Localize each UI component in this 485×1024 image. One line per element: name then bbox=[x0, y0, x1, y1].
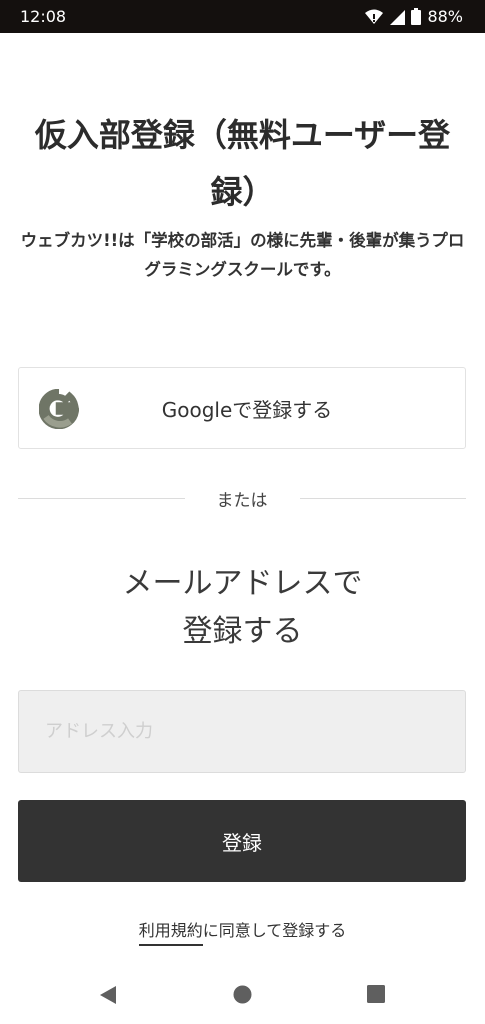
status-time: 12:08 bbox=[20, 7, 67, 26]
wifi-icon bbox=[365, 9, 384, 24]
email-address-input[interactable] bbox=[18, 690, 466, 773]
back-icon[interactable] bbox=[99, 985, 117, 1005]
or-divider: または bbox=[18, 484, 466, 512]
battery-icon bbox=[411, 8, 422, 25]
page-title: 仮入部登録（無料ユーザー登録） bbox=[34, 116, 451, 211]
terms-of-service-link[interactable]: 利用規約 bbox=[138, 921, 203, 946]
email-heading-line2: 登録する bbox=[182, 614, 303, 649]
status-bar: 12:08 88% bbox=[0, 0, 485, 33]
terms-text: に同意して登録する bbox=[202, 921, 347, 940]
page-subtitle: ウェブカツ!!は「学校の部活」の様に先輩・後輩が集うプログラミングスクールです。 bbox=[20, 231, 465, 279]
divider-line-left bbox=[18, 497, 185, 499]
signal-icon bbox=[390, 9, 406, 25]
battery-percent: 88% bbox=[427, 7, 463, 26]
terms-agreement: 利用規約に同意して登録する bbox=[0, 917, 485, 946]
divider-label: または bbox=[216, 490, 268, 511]
google-signup-label: Googleで登録する bbox=[161, 397, 333, 422]
email-signup-heading: メールアドレスで 登録する bbox=[0, 560, 485, 656]
divider-line-right bbox=[299, 497, 466, 499]
home-icon[interactable] bbox=[233, 985, 252, 1004]
status-icons: 88% bbox=[365, 7, 463, 26]
email-heading-line1: メールアドレスで bbox=[122, 566, 363, 601]
register-button[interactable]: 登録 bbox=[18, 800, 466, 882]
recent-apps-icon[interactable] bbox=[367, 985, 385, 1003]
google-signup-button[interactable]: Googleで登録する bbox=[18, 367, 466, 449]
system-nav-bar bbox=[0, 960, 485, 1024]
google-g-icon bbox=[39, 389, 79, 429]
